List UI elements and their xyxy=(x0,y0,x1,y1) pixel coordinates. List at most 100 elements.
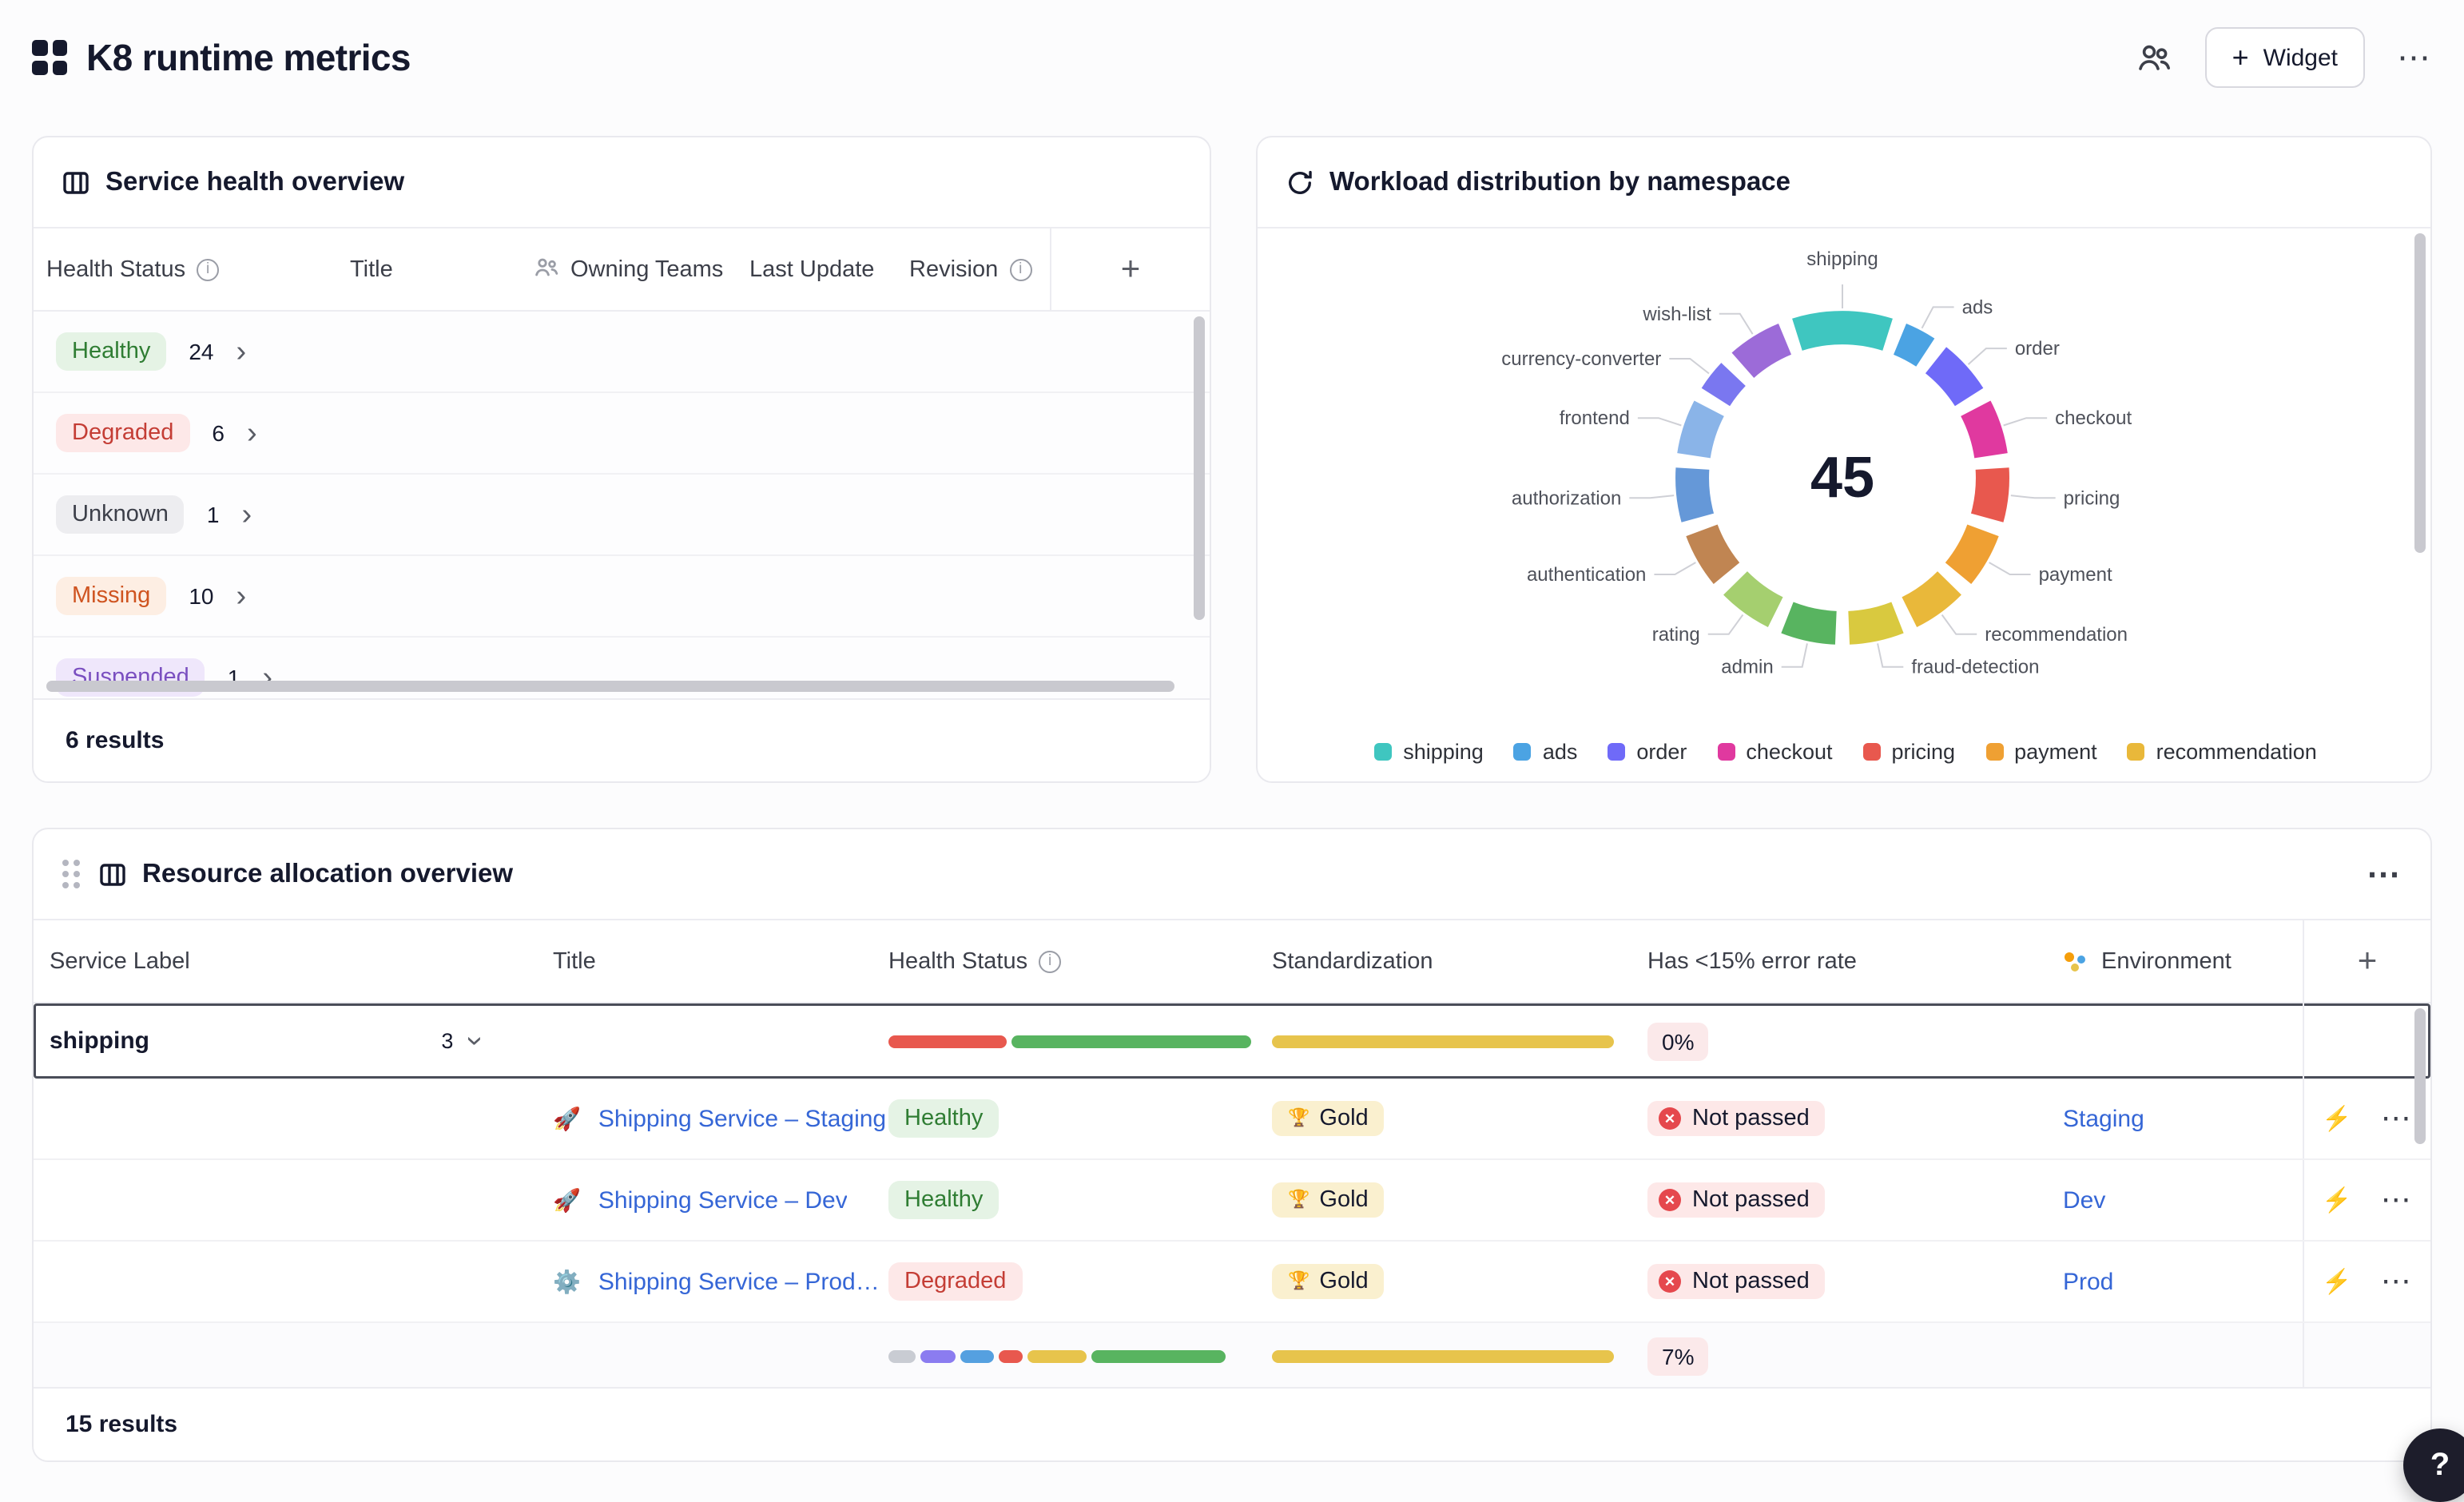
share-users-icon[interactable] xyxy=(2135,38,2173,77)
donut-segment-frontend[interactable] xyxy=(1694,408,1709,455)
standardization-bar xyxy=(1272,1350,1614,1363)
donut-segment-shipping[interactable] xyxy=(1797,328,1887,335)
column-service-label: Service Label xyxy=(50,948,553,974)
legend-label: checkout xyxy=(1746,740,1832,764)
donut-segment-recommendation[interactable] xyxy=(1910,583,1949,612)
vertical-scrollbar[interactable] xyxy=(2414,1008,2426,1144)
donut-segment-wish-list[interactable] xyxy=(1743,339,1785,365)
legend-item: recommendation xyxy=(2128,740,2317,764)
label-leader-line xyxy=(1719,314,1753,334)
label-leader-line xyxy=(1969,348,2007,364)
bolt-icon[interactable]: ⚡ xyxy=(2322,1104,2351,1133)
chevron-right-icon[interactable]: › xyxy=(247,418,257,448)
info-icon[interactable]: i xyxy=(197,258,219,280)
card-title: Resource allocation overview xyxy=(142,859,513,889)
environment-link[interactable]: Dev xyxy=(2063,1186,2105,1214)
donut-segment-authentication[interactable] xyxy=(1702,530,1727,574)
column-revision: Revision i xyxy=(909,256,1050,282)
status-badge: Healthy xyxy=(56,332,166,371)
donut-label: checkout xyxy=(2055,407,2132,429)
row-more-icon[interactable]: ⋯ xyxy=(2381,1182,2413,1218)
row-more-icon[interactable]: ⋯ xyxy=(2381,1100,2413,1137)
add-column-button[interactable]: + xyxy=(1050,228,1210,310)
standardization-badge: 🏆Gold xyxy=(1272,1182,1385,1218)
info-icon[interactable]: i xyxy=(1009,258,1031,280)
error-rate-label: Not passed xyxy=(1692,1187,1810,1213)
donut-segment-fraud-detection[interactable] xyxy=(1849,618,1898,628)
resource-allocation-card: Resource allocation overview ⋯ Service L… xyxy=(32,828,2432,1462)
service-link[interactable]: Shipping Service – Dev xyxy=(598,1186,848,1214)
card-header: Workload distribution by namespace xyxy=(1258,137,2430,228)
app-logo-icon xyxy=(32,40,67,75)
trophy-icon: 🏆 xyxy=(1288,1273,1309,1290)
horizontal-scrollbar[interactable] xyxy=(46,681,1174,692)
donut-label: order xyxy=(2015,338,2060,360)
group-row-partial[interactable]: 7% xyxy=(34,1323,2430,1387)
column-title: Title xyxy=(553,948,888,974)
workload-legend: shippingadsordercheckoutpricingpaymentre… xyxy=(1258,740,2432,764)
column-owning-teams: Owning Teams xyxy=(534,255,749,284)
service-link[interactable]: Shipping Service – Producti… xyxy=(598,1268,888,1295)
donut-segment-authorization[interactable] xyxy=(1692,469,1698,519)
group-row-shipping[interactable]: shipping 3 › 0% xyxy=(34,1003,2430,1079)
legend-label: ads xyxy=(1543,740,1578,764)
bolt-icon[interactable]: ⚡ xyxy=(2322,1186,2351,1214)
donut-label: currency-converter xyxy=(1501,348,1661,370)
donut-label: wish-list xyxy=(1642,304,1711,325)
status-badge: Degraded xyxy=(56,414,189,452)
error-rate-badge: ✕Not passed xyxy=(1647,1101,1826,1136)
status-badge: Healthy xyxy=(888,1099,999,1138)
chevron-right-icon[interactable]: › xyxy=(242,499,252,530)
donut-label: fraud-detection xyxy=(1911,657,2039,678)
legend-label: pricing xyxy=(1892,740,1956,764)
add-widget-button[interactable]: + Widget xyxy=(2205,27,2365,88)
bolt-icon[interactable]: ⚡ xyxy=(2322,1267,2351,1296)
table-row: Missing 10 › xyxy=(34,556,1210,638)
topbar-actions: + Widget ⋯ xyxy=(2135,27,2432,88)
label-leader-line xyxy=(1942,615,1977,634)
environment-icon xyxy=(2063,949,2090,973)
info-icon[interactable]: i xyxy=(1039,950,1061,972)
help-button[interactable]: ? xyxy=(2403,1428,2464,1502)
status-count: 10 xyxy=(189,583,213,609)
card-more-icon[interactable]: ⋯ xyxy=(2367,857,2402,891)
donut-segment-payment[interactable] xyxy=(1958,530,1983,574)
more-menu-icon[interactable]: ⋯ xyxy=(2397,41,2432,74)
health-distribution-bar xyxy=(888,1350,1226,1363)
label-leader-line xyxy=(1782,643,1807,666)
table-header: Health Status i Title Owning Teams Last … xyxy=(34,228,1210,312)
donut-segment-ads[interactable] xyxy=(1900,339,1925,352)
legend-swatch xyxy=(1717,743,1735,761)
standardization-label: Gold xyxy=(1319,1187,1368,1213)
environment-link[interactable]: Prod xyxy=(2063,1268,2113,1295)
resource-rows-container: shipping 3 › 0% 🚀 Shipping Service – Stag… xyxy=(34,1003,2430,1387)
error-rate-badge: ✕Not passed xyxy=(1647,1264,1826,1299)
add-widget-label: Widget xyxy=(2263,44,2338,71)
service-icon: 🚀 xyxy=(553,1189,581,1211)
status-count: 24 xyxy=(189,339,213,364)
donut-segment-admin[interactable] xyxy=(1787,618,1836,628)
label-leader-line xyxy=(1669,359,1709,373)
donut-segment-rating[interactable] xyxy=(1735,583,1775,612)
label-leader-line xyxy=(1638,418,1682,425)
chevron-right-icon[interactable]: › xyxy=(236,336,247,367)
row-more-icon[interactable]: ⋯ xyxy=(2381,1263,2413,1300)
donut-label: payment xyxy=(2039,564,2112,586)
donut-segment-currency-converter[interactable] xyxy=(1715,375,1733,397)
status-badge: Missing xyxy=(56,577,166,615)
chevron-down-icon[interactable]: › xyxy=(459,1036,490,1047)
donut-segment-checkout[interactable] xyxy=(1976,408,1991,455)
card-header: Resource allocation overview ⋯ xyxy=(34,829,2430,920)
add-column-button[interactable]: + xyxy=(2303,920,2430,1002)
drag-handle-icon[interactable] xyxy=(62,860,80,888)
donut-label: authentication xyxy=(1527,564,1646,586)
service-link[interactable]: Shipping Service – Staging xyxy=(598,1105,886,1132)
vertical-scrollbar[interactable] xyxy=(1194,316,1205,620)
donut-segment-order[interactable] xyxy=(1936,360,1969,397)
chevron-right-icon[interactable]: › xyxy=(236,581,246,611)
label-leader-line xyxy=(1708,615,1743,634)
legend-swatch xyxy=(1863,743,1881,761)
environment-link[interactable]: Staging xyxy=(2063,1105,2144,1132)
vertical-scrollbar[interactable] xyxy=(2414,233,2426,553)
donut-segment-pricing[interactable] xyxy=(1987,469,1993,519)
